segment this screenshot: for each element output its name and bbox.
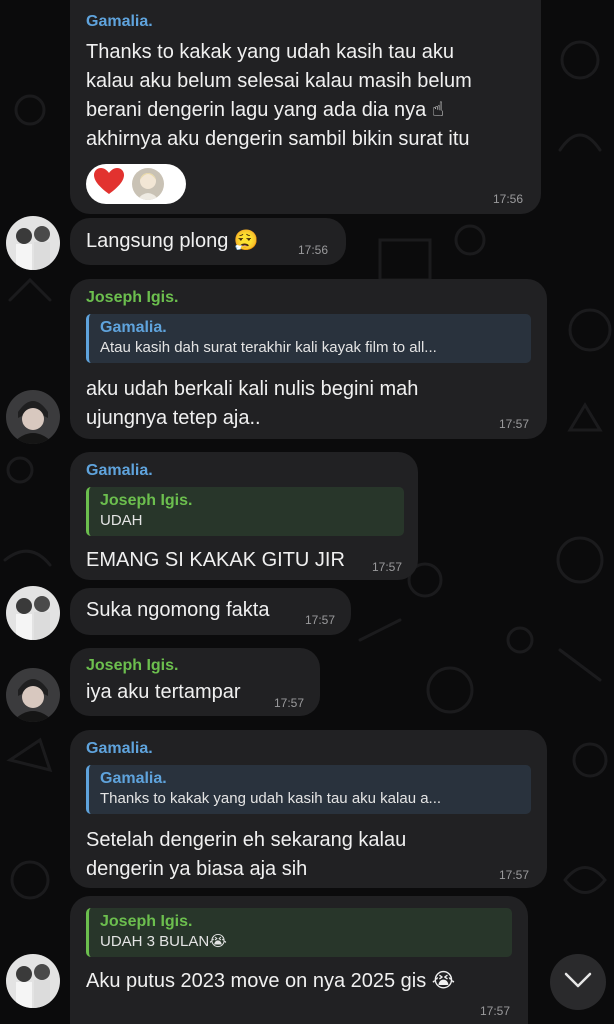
message-text: Thanks to kakak yang udah kasih tau aku …	[86, 41, 472, 150]
reply-text: Atau kasih dah surat terakhir kali kayak…	[100, 339, 437, 356]
message-text: EMANG SI KAKAK GITU JIR	[86, 549, 345, 571]
message-text: Suka ngomong fakta	[86, 599, 270, 621]
message-time: 17:57	[498, 868, 529, 882]
message-text: Setelah dengerin eh sekarang kalau denge…	[86, 829, 407, 880]
scroll-down-button[interactable]	[550, 954, 606, 1010]
sender-name: Gamalia.	[86, 462, 153, 479]
reply-preview[interactable]: Gamalia. Atau kasih dah surat terakhir k…	[86, 314, 531, 363]
message-text: Langsung plong 😮‍💨	[86, 230, 259, 252]
reply-text: UDAH 3 BULAN😭	[100, 933, 227, 950]
message-time: 17:57	[479, 1004, 510, 1018]
message-text: iya aku tertampar	[86, 681, 241, 703]
user-avatar[interactable]	[6, 216, 60, 270]
message-time: 17:57	[304, 613, 335, 627]
user-avatar[interactable]	[6, 668, 60, 722]
message-bubble[interactable]: Gamalia. Thanks to kakak yang udah kasih…	[70, 0, 541, 214]
red-heart-icon[interactable]	[94, 168, 124, 200]
sender-name: Gamalia.	[86, 13, 153, 30]
reply-sender: Gamalia.	[100, 770, 167, 787]
reply-sender: Joseph Igis.	[100, 492, 193, 509]
message-bubble[interactable]: Suka ngomong fakta 17:57	[70, 588, 351, 635]
message-bubble[interactable]: Joseph Igis. iya aku tertampar 17:57	[70, 648, 320, 716]
message-time: 17:56	[297, 243, 328, 257]
reply-sender: Gamalia.	[100, 319, 167, 336]
message-bubble[interactable]: Gamalia. Joseph Igis. UDAH EMANG SI KAKA…	[70, 452, 418, 580]
reaction-user-avatar[interactable]	[132, 168, 164, 200]
reply-text: Thanks to kakak yang udah kasih tau aku …	[100, 790, 442, 807]
message-bubble[interactable]: Joseph Igis. UDAH 3 BULAN😭 Aku putus 202…	[70, 896, 528, 1024]
reply-preview[interactable]: Joseph Igis. UDAH 3 BULAN😭	[86, 908, 512, 957]
chevron-down-icon	[564, 972, 592, 993]
message-time: 17:57	[273, 696, 304, 710]
reply-sender: Joseph Igis.	[100, 913, 193, 930]
message-text: Aku putus 2023 move on nya 2025 gis 😭	[86, 970, 456, 992]
message-time: 17:57	[371, 560, 402, 574]
message-time: 17:56	[492, 192, 523, 206]
reply-text: UDAH	[100, 512, 143, 529]
reply-preview[interactable]: Joseph Igis. UDAH	[86, 487, 404, 536]
sender-name: Joseph Igis.	[86, 289, 179, 306]
message-bubble[interactable]: Joseph Igis. Gamalia. Atau kasih dah sur…	[70, 279, 547, 439]
user-avatar[interactable]	[6, 954, 60, 1008]
message-bubble[interactable]: Langsung plong 😮‍💨 17:56	[70, 218, 346, 265]
user-avatar[interactable]	[6, 586, 60, 640]
reactions-bar[interactable]	[86, 164, 186, 204]
message-text: aku udah berkali kali nulis begini mah u…	[86, 378, 419, 429]
sender-name: Joseph Igis.	[86, 657, 179, 674]
message-time: 17:57	[498, 417, 529, 431]
user-avatar[interactable]	[6, 390, 60, 444]
reply-preview[interactable]: Gamalia. Thanks to kakak yang udah kasih…	[86, 765, 531, 814]
sender-name: Gamalia.	[86, 740, 153, 757]
message-bubble[interactable]: Gamalia. Gamalia. Thanks to kakak yang u…	[70, 730, 547, 888]
